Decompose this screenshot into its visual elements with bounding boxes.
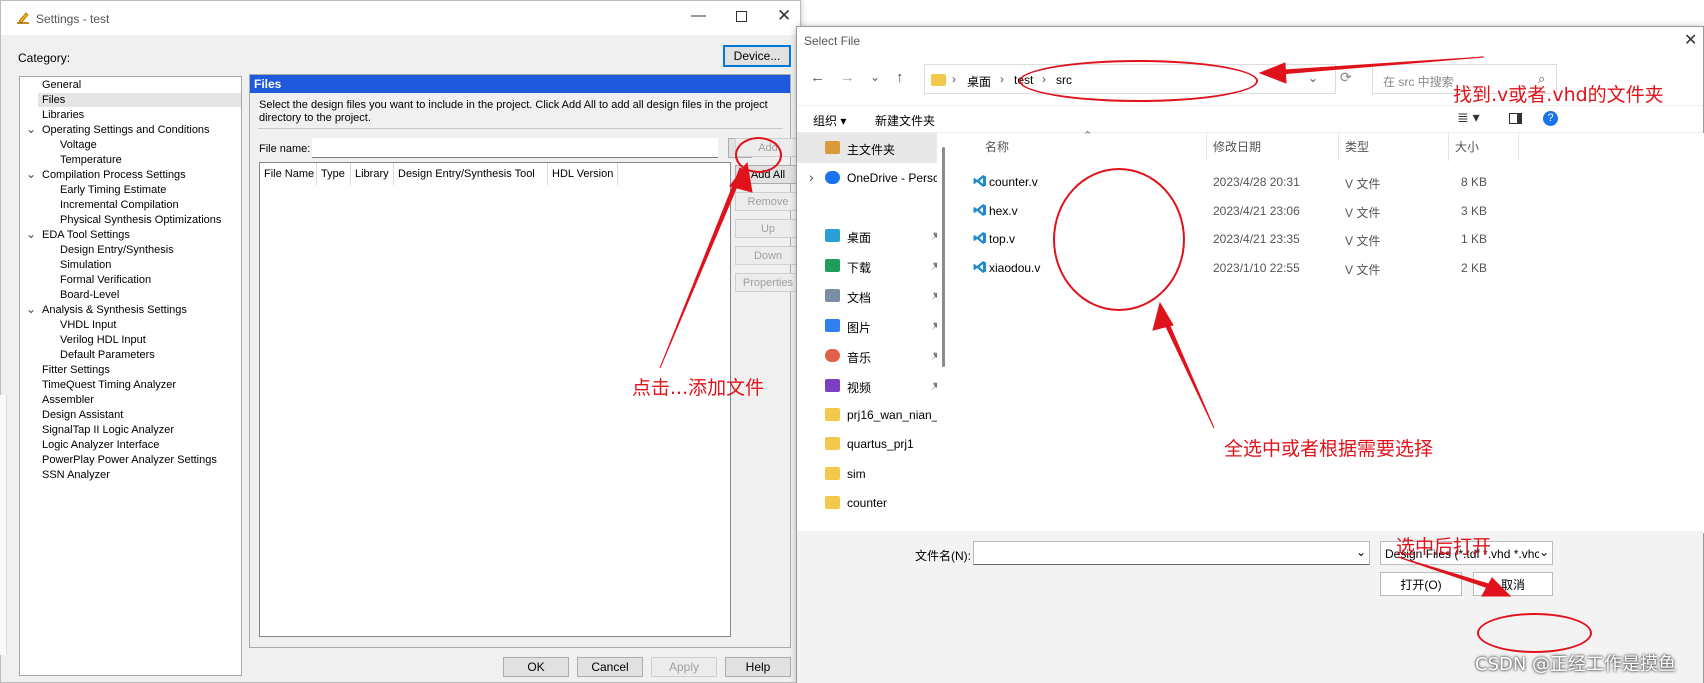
arrow-to-files bbox=[1159, 311, 1215, 429]
annotation-click-add: 点击...添加文件 bbox=[632, 377, 765, 399]
arrow-to-address bbox=[1267, 56, 1485, 76]
arrow-to-browse bbox=[659, 167, 745, 369]
highlight-address bbox=[1019, 60, 1258, 102]
arrow-to-open bbox=[1397, 556, 1503, 593]
watermark: CSDN @正经工作是摸鱼 bbox=[1475, 654, 1677, 675]
annotation-layer bbox=[659, 56, 1512, 597]
highlight-open bbox=[1477, 613, 1592, 653]
annotation-find-folder: 找到.v或者.vhd的文件夹 bbox=[1453, 84, 1664, 106]
highlight-browse bbox=[735, 137, 782, 173]
annotation-open-after: 选中后打开 bbox=[1396, 536, 1492, 558]
highlight-files bbox=[1053, 168, 1185, 311]
annotation-select-all: 全选中或者根据需要选择 bbox=[1224, 438, 1434, 460]
annotation-arrows bbox=[659, 56, 1512, 597]
